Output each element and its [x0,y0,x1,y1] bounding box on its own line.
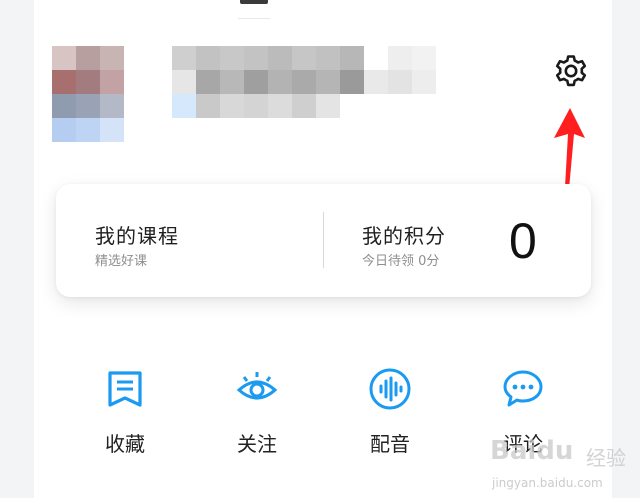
bookmark-icon [108,371,142,407]
top-indicator [240,0,268,4]
voice-wave-icon [369,368,411,410]
watermark-url: jingyan.baidu.com [492,476,603,490]
favorites-button[interactable]: 收藏 [85,368,165,468]
points-value: 0 [509,213,537,269]
my-points-title: 我的积分 [362,224,446,248]
eye-icon [236,372,278,400]
avatar-pixel [100,118,124,142]
username-pixel [196,70,220,94]
username-pixel [412,94,436,118]
username-pixel [172,46,196,70]
avatar-pixel [100,94,124,118]
comment-bubble-icon [503,370,543,407]
avatar[interactable] [52,46,148,142]
username-pixel [412,70,436,94]
avatar-pixel [52,70,76,94]
username-pixel [244,94,268,118]
username-pixel [172,94,196,118]
dubbing-label: 配音 [370,432,410,456]
dubbing-button[interactable]: 配音 [350,368,430,468]
stats-card: 我的课程 精选好课 我的积分 今日待领 0分 0 [56,184,591,297]
username-pixel [196,94,220,118]
username-pixel [316,70,340,94]
avatar-pixel [52,94,76,118]
avatar-pixel [124,70,148,94]
watermark-logo: Baidu [490,436,574,466]
username-pixel [364,46,388,70]
avatar-pixel [52,118,76,142]
avatar-pixel [124,118,148,142]
avatar-pixel [124,46,148,70]
username-pixel [388,46,412,70]
my-points-button[interactable]: 我的积分 今日待领 0分 0 [324,184,591,297]
avatar-pixel [100,46,124,70]
username-pixel [220,94,244,118]
username-pixel [268,46,292,70]
username-pixel [220,70,244,94]
username-pixel [172,70,196,94]
avatar-pixel [76,46,100,70]
following-label: 关注 [237,432,277,456]
avatar-pixel [76,118,100,142]
username-pixel [364,70,388,94]
following-button[interactable]: 关注 [217,368,297,468]
username-pixel [292,94,316,118]
username-pixel [220,46,244,70]
username-pixel [340,46,364,70]
username-pixel [364,94,388,118]
username-pixel [388,70,412,94]
username-pixel [340,70,364,94]
avatar-pixel [52,46,76,70]
username-pixel [340,94,364,118]
username-pixel [292,70,316,94]
my-courses-subtitle: 精选好课 [95,254,148,269]
avatar-pixel [124,94,148,118]
watermark-cn: 经验 [586,446,626,470]
username-blurred [172,46,436,118]
avatar-pixel [100,70,124,94]
my-courses-button[interactable]: 我的课程 精选好课 [56,184,323,297]
username-pixel [388,94,412,118]
username-pixel [268,70,292,94]
my-courses-title: 我的课程 [95,224,179,248]
username-pixel [316,94,340,118]
username-pixel [268,94,292,118]
username-pixel [412,46,436,70]
avatar-pixel [76,70,100,94]
username-pixel [292,46,316,70]
username-pixel [196,46,220,70]
gear-icon[interactable] [552,52,590,90]
username-pixel [244,46,268,70]
my-points-subtitle: 今日待领 0分 [362,254,440,269]
favorites-label: 收藏 [105,432,145,456]
username-pixel [316,46,340,70]
top-divider [238,18,270,19]
baidu-watermark: Baidu 经验 jingyan.baidu.com [490,430,640,498]
username-pixel [244,70,268,94]
avatar-pixel [76,94,100,118]
